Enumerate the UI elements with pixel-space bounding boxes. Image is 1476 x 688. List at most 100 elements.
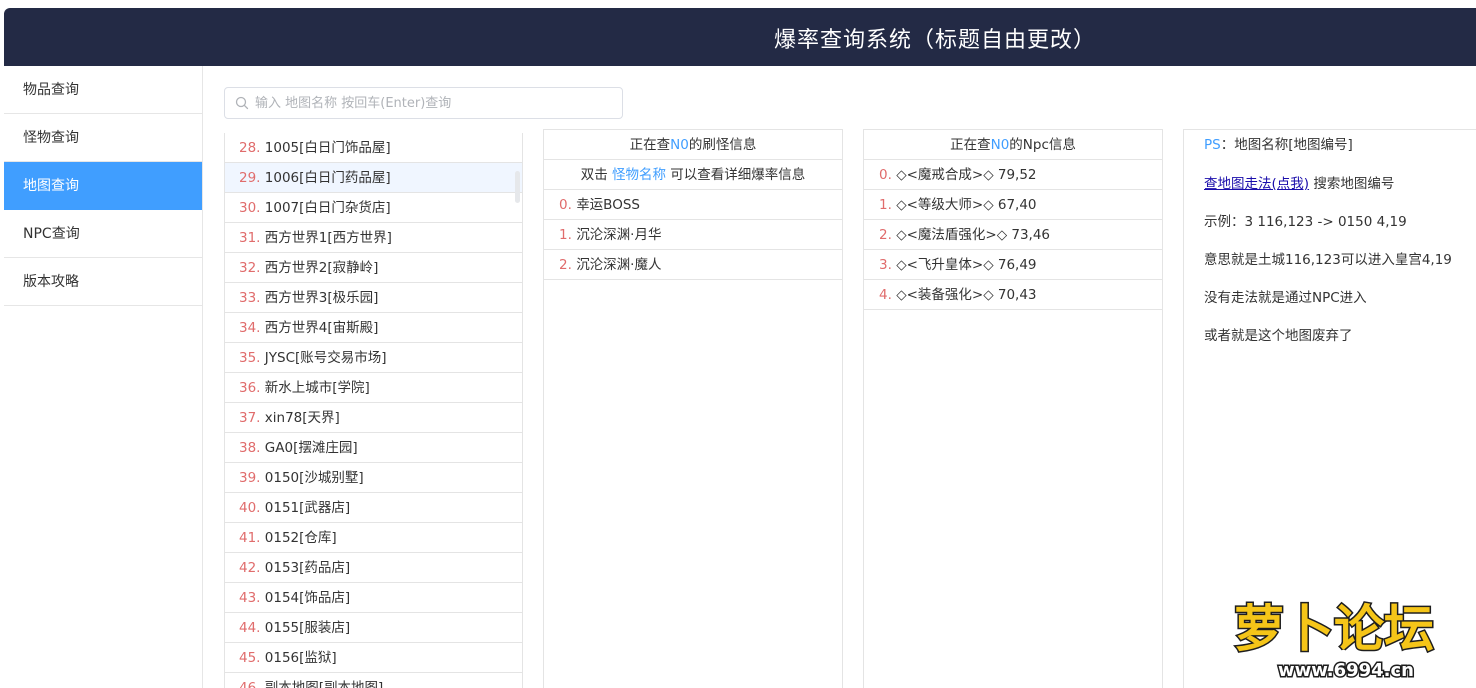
map-list-item[interactable]: 33. 西方世界3[极乐园] <box>225 283 522 313</box>
row-index: 0. <box>559 197 572 213</box>
row-index: 43. <box>239 590 261 606</box>
monster-list-item[interactable]: 2. 沉沦深渊·魔人 <box>544 250 842 280</box>
npc-list-item[interactable]: 1. ◇<等级大师>◇ 67,40 <box>864 190 1162 220</box>
map-list-item[interactable]: 29. 1006[白日门药品屋] <box>225 163 522 193</box>
monster-panel-header: 正在查N0的刷怪信息 <box>544 130 842 160</box>
row-text: 副本地图[副本地图] <box>264 680 384 688</box>
row-text: 0154[饰品店] <box>264 590 351 606</box>
npc-list-item[interactable]: 4. ◇<装备强化>◇ 70,43 <box>864 280 1162 310</box>
row-index: 30. <box>239 200 261 216</box>
row-text: 幸运BOSS <box>576 197 640 213</box>
row-text: ◇<魔戒合成>◇ 79,52 <box>896 167 1037 183</box>
sidebar-item-item-query[interactable]: 物品查询 <box>4 66 202 114</box>
row-index: 38. <box>239 440 261 456</box>
map-list-item[interactable]: 36. 新水上城市[学院] <box>225 373 522 403</box>
sidebar-item-version-guide[interactable]: 版本攻略 <box>4 258 202 306</box>
search-input[interactable] <box>255 88 615 118</box>
row-index: 44. <box>239 620 261 636</box>
row-index: 42. <box>239 560 261 576</box>
npc-head-code: N0 <box>990 137 1010 153</box>
row-text: 西方世界2[寂静岭] <box>264 260 379 276</box>
row-text: 0155[服装店] <box>264 620 351 636</box>
map-list-item[interactable]: 40. 0151[武器店] <box>225 493 522 523</box>
row-index: 34. <box>239 320 261 336</box>
row-index: 33. <box>239 290 261 306</box>
row-text: 1005[白日门饰品屋] <box>264 140 391 156</box>
npc-panel: 正在查N0的Npc信息 0. ◇<魔戒合成>◇ 79,52 1. ◇<等级大师>◇… <box>863 129 1163 688</box>
ps-text: ：地图名称[地图编号] <box>1220 137 1353 153</box>
ps-line: PS：地图名称[地图编号] <box>1204 130 1476 168</box>
sidebar: 物品查询 怪物查询 地图查询 NPC查询 版本攻略 <box>4 66 203 688</box>
forum-watermark-logo: 萝卜论坛 www.6994.cn <box>1233 599 1436 683</box>
row-index: 32. <box>239 260 261 276</box>
map-list-item[interactable]: 42. 0153[药品店] <box>225 553 522 583</box>
row-index: 40. <box>239 500 261 516</box>
tip-highlight: 怪物名称 <box>612 167 666 183</box>
map-list-item[interactable]: 34. 西方世界4[宙斯殿] <box>225 313 522 343</box>
watermark-url: www.6994.cn <box>1278 660 1414 681</box>
abandoned-text: 或者就是这个地图废弃了 <box>1204 328 1353 344</box>
scrollbar-thumb[interactable] <box>515 171 520 203</box>
search-icon <box>235 96 249 110</box>
npc-list-item[interactable]: 3. ◇<飞升皇体>◇ 76,49 <box>864 250 1162 280</box>
monster-head-code: N0 <box>670 137 689 153</box>
map-list-item[interactable]: 44. 0155[服装店] <box>225 613 522 643</box>
row-index: 45. <box>239 650 261 666</box>
row-index: 39. <box>239 470 261 486</box>
row-index: 37. <box>239 410 261 426</box>
tip-prefix: 双击 <box>580 167 608 183</box>
npc-list-item[interactable]: 2. ◇<魔法盾强化>◇ 73,46 <box>864 220 1162 250</box>
monster-head-prefix: 正在查 <box>629 137 671 153</box>
row-text: 西方世界3[极乐园] <box>264 290 379 306</box>
row-text: 1007[白日门杂货店] <box>264 200 391 216</box>
route-link[interactable]: 查地图走法(点我) <box>1204 176 1309 192</box>
map-list-item[interactable]: 37. xin78[天界] <box>225 403 522 433</box>
row-text: 新水上城市[学院] <box>264 380 370 396</box>
sidebar-item-npc-query[interactable]: NPC查询 <box>4 210 202 258</box>
map-list-item[interactable]: 39. 0150[沙城别墅] <box>225 463 522 493</box>
monster-list-item[interactable]: 1. 沉沦深渊·月华 <box>544 220 842 250</box>
row-text: 西方世界1[西方世界] <box>264 230 392 246</box>
map-list-item[interactable]: 41. 0152[仓库] <box>225 523 522 553</box>
npc-list-item[interactable]: 0. ◇<魔戒合成>◇ 79,52 <box>864 160 1162 190</box>
monster-panel: 正在查N0的刷怪信息 双击 怪物名称 可以查看详细爆率信息 0. 幸运BOSS 1… <box>543 129 843 688</box>
monster-list-item[interactable]: 0. 幸运BOSS <box>544 190 842 220</box>
map-list-item[interactable]: 32. 西方世界2[寂静岭] <box>225 253 522 283</box>
app-header: 爆率查询系统（标题自由更改） <box>4 8 1476 66</box>
search-box <box>224 87 623 119</box>
row-text: GA0[摆滩庄园] <box>264 440 358 456</box>
sidebar-item-map-query[interactable]: 地图查询 <box>4 162 202 210</box>
tip-suffix: 可以查看详细爆率信息 <box>670 167 806 183</box>
row-index: 36. <box>239 380 261 396</box>
npc-panel-header: 正在查N0的Npc信息 <box>864 130 1162 160</box>
row-text: 0156[监狱] <box>264 650 337 666</box>
row-text: 0150[沙城别墅] <box>264 470 364 486</box>
map-list-item[interactable]: 28. 1005[白日门饰品屋] <box>225 133 522 163</box>
row-text: 西方世界4[宙斯殿] <box>264 320 379 336</box>
app-title: 爆率查询系统（标题自由更改） <box>774 28 1097 53</box>
row-index: 0. <box>879 167 892 183</box>
map-list-item[interactable]: 46. 副本地图[副本地图] <box>225 673 522 688</box>
row-index: 4. <box>879 287 892 303</box>
sidebar-item-monster-query[interactable]: 怪物查询 <box>4 114 202 162</box>
meaning-text: 意思就是土城116,123可以进入皇宫4,19 <box>1204 252 1452 268</box>
row-text: xin78[天界] <box>264 410 340 426</box>
npc-head-prefix: 正在查 <box>950 137 991 153</box>
row-index: 28. <box>239 140 261 156</box>
row-text: 沉沦深渊·月华 <box>576 227 662 243</box>
map-list-item[interactable]: 35. JYSC[账号交易市场] <box>225 343 522 373</box>
map-list-item[interactable]: 38. GA0[摆滩庄园] <box>225 433 522 463</box>
row-index: 2. <box>559 257 572 273</box>
row-text: 0152[仓库] <box>264 530 337 546</box>
row-index: 29. <box>239 170 261 186</box>
row-index: 46. <box>239 680 261 688</box>
map-list-item[interactable]: 43. 0154[饰品店] <box>225 583 522 613</box>
map-list-item[interactable]: 31. 西方世界1[西方世界] <box>225 223 522 253</box>
map-list: 28. 1005[白日门饰品屋] 29. 1006[白日门药品屋] 30. 1007… <box>224 133 523 688</box>
row-text: 沉沦深渊·魔人 <box>576 257 662 273</box>
no-route-text: 没有走法就是通过NPC进入 <box>1204 290 1367 306</box>
map-list-item[interactable]: 30. 1007[白日门杂货店] <box>225 193 522 223</box>
row-index: 1. <box>879 197 892 213</box>
row-text: ◇<等级大师>◇ 67,40 <box>896 197 1037 213</box>
map-list-item[interactable]: 45. 0156[监狱] <box>225 643 522 673</box>
